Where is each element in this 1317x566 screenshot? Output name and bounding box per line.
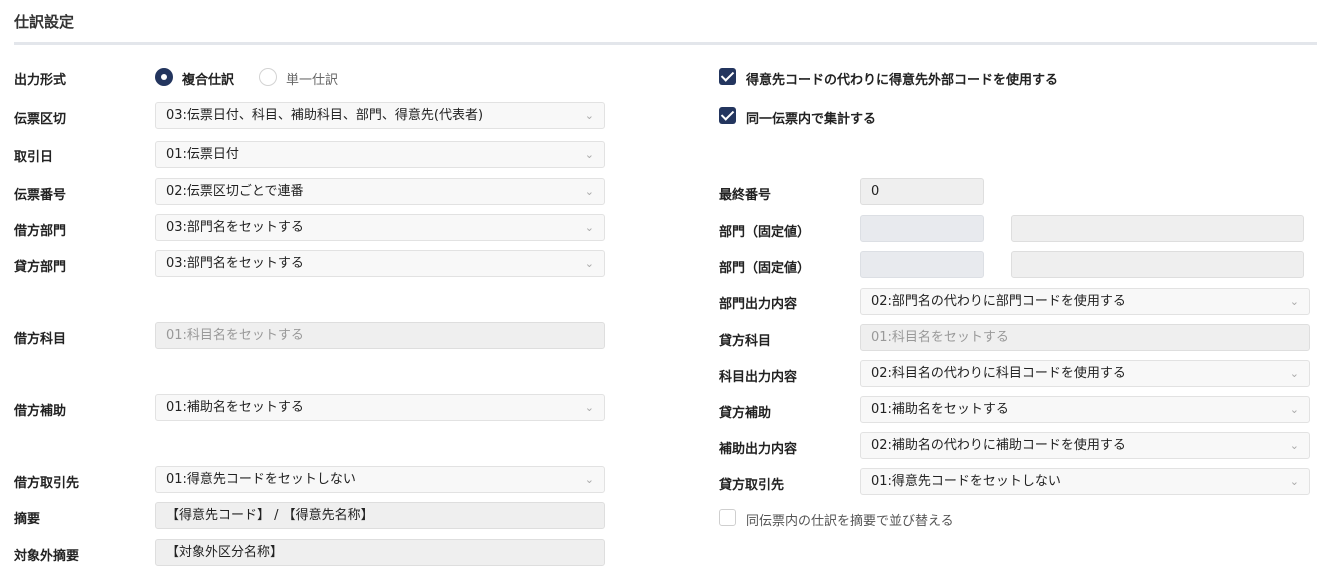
debit-partner-label: 借方取引先 [14, 476, 80, 491]
sub-output-select[interactable]: 02:補助名の代わりに補助コードを使用する ⌄ [860, 432, 1310, 459]
sub-output-label: 補助出力内容 [719, 442, 798, 457]
dept-output-label: 部門出力内容 [719, 297, 798, 312]
debit-dept-label: 借方部門 [14, 224, 67, 239]
excluded-summary-input[interactable]: 【対象外区分名称】 [155, 539, 605, 566]
credit-dept-select[interactable]: 03:部門名をセットする ⌄ [155, 250, 605, 277]
trade-date-value: 01:伝票日付 [166, 147, 239, 162]
account-output-select[interactable]: 02:科目名の代わりに科目コードを使用する ⌄ [860, 360, 1310, 387]
chevron-down-icon: ⌄ [1289, 403, 1299, 416]
title-divider [14, 42, 1317, 45]
debit-account-label: 借方科目 [14, 332, 67, 347]
aggregate-checkbox[interactable] [719, 107, 736, 124]
credit-partner-label: 貸方取引先 [719, 478, 785, 493]
radio-compound-journal-label[interactable]: 複合仕訳 [182, 69, 234, 88]
credit-account-field: 01:科目名をセットする [860, 324, 1310, 351]
trade-date-label: 取引日 [14, 150, 54, 165]
summary-input[interactable]: 【得意先コード】 / 【得意先名称】 [155, 502, 605, 529]
chevron-down-icon: ⌄ [584, 221, 594, 234]
account-output-label: 科目出力内容 [719, 370, 798, 385]
credit-partner-value: 01:得意先コードをセットしない [871, 474, 1061, 489]
slip-break-value: 03:伝票日付、科目、補助科目、部門、得意先(代表者) [166, 108, 484, 123]
dept-fixed-2-label: 部門（固定値） [719, 261, 811, 276]
dept-fixed-1-code-input[interactable] [860, 215, 984, 242]
chevron-down-icon: ⌄ [1289, 295, 1299, 308]
radio-single-journal[interactable] [259, 68, 277, 86]
slip-break-select[interactable]: 03:伝票日付、科目、補助科目、部門、得意先(代表者) ⌄ [155, 102, 605, 129]
credit-sub-value: 01:補助名をセットする [871, 402, 1009, 417]
chevron-down-icon: ⌄ [584, 109, 594, 122]
sort-by-summary-label[interactable]: 同伝票内の仕訳を摘要で並び替える [746, 510, 954, 529]
aggregate-label[interactable]: 同一伝票内で集計する [746, 108, 876, 127]
dept-output-select[interactable]: 02:部門名の代わりに部門コードを使用する ⌄ [860, 288, 1310, 315]
debit-partner-value: 01:得意先コードをセットしない [166, 472, 356, 487]
credit-sub-select[interactable]: 01:補助名をセットする ⌄ [860, 396, 1310, 423]
debit-sub-label: 借方補助 [14, 404, 67, 419]
trade-date-select[interactable]: 01:伝票日付 ⌄ [155, 141, 605, 168]
use-external-code-checkbox[interactable] [719, 68, 736, 85]
debit-partner-select[interactable]: 01:得意先コードをセットしない ⌄ [155, 466, 605, 493]
excluded-summary-label: 対象外摘要 [14, 549, 80, 564]
dept-fixed-1-name-field [1011, 215, 1304, 242]
credit-sub-label: 貸方補助 [719, 406, 772, 421]
debit-account-field: 01:科目名をセットする [155, 322, 605, 349]
summary-label: 摘要 [14, 512, 41, 527]
credit-partner-select[interactable]: 01:得意先コードをセットしない ⌄ [860, 468, 1310, 495]
chevron-down-icon: ⌄ [584, 257, 594, 270]
output-format-label: 出力形式 [14, 73, 67, 88]
debit-dept-value: 03:部門名をセットする [166, 220, 304, 235]
dept-fixed-1-label: 部門（固定値） [719, 225, 811, 240]
chevron-down-icon: ⌄ [584, 473, 594, 486]
credit-account-label: 貸方科目 [719, 334, 772, 349]
last-number-label: 最終番号 [719, 188, 772, 203]
chevron-down-icon: ⌄ [584, 148, 594, 161]
chevron-down-icon: ⌄ [1289, 367, 1299, 380]
credit-dept-label: 貸方部門 [14, 260, 67, 275]
debit-sub-select[interactable]: 01:補助名をセットする ⌄ [155, 394, 605, 421]
account-output-value: 02:科目名の代わりに科目コードを使用する [871, 366, 1126, 381]
dept-fixed-2-name-field [1011, 251, 1304, 278]
chevron-down-icon: ⌄ [584, 401, 594, 414]
chevron-down-icon: ⌄ [584, 185, 594, 198]
debit-sub-value: 01:補助名をセットする [166, 400, 304, 415]
chevron-down-icon: ⌄ [1289, 475, 1299, 488]
last-number-field[interactable]: 0 [860, 178, 984, 205]
chevron-down-icon: ⌄ [1289, 439, 1299, 452]
slip-break-label: 伝票区切 [14, 112, 67, 127]
slip-number-select[interactable]: 02:伝票区切ごとで連番 ⌄ [155, 178, 605, 205]
slip-number-value: 02:伝票区切ごとで連番 [166, 184, 304, 199]
radio-compound-journal[interactable] [155, 68, 173, 86]
dept-output-value: 02:部門名の代わりに部門コードを使用する [871, 294, 1126, 309]
page-title: 仕訳設定 [14, 13, 75, 31]
debit-dept-select[interactable]: 03:部門名をセットする ⌄ [155, 214, 605, 241]
sub-output-value: 02:補助名の代わりに補助コードを使用する [871, 438, 1126, 453]
sort-by-summary-checkbox[interactable] [719, 509, 736, 526]
slip-number-label: 伝票番号 [14, 188, 67, 203]
radio-single-journal-label[interactable]: 単一仕訳 [286, 69, 338, 88]
credit-dept-value: 03:部門名をセットする [166, 256, 304, 271]
dept-fixed-2-code-input[interactable] [860, 251, 984, 278]
use-external-code-label[interactable]: 得意先コードの代わりに得意先外部コードを使用する [746, 69, 1058, 88]
